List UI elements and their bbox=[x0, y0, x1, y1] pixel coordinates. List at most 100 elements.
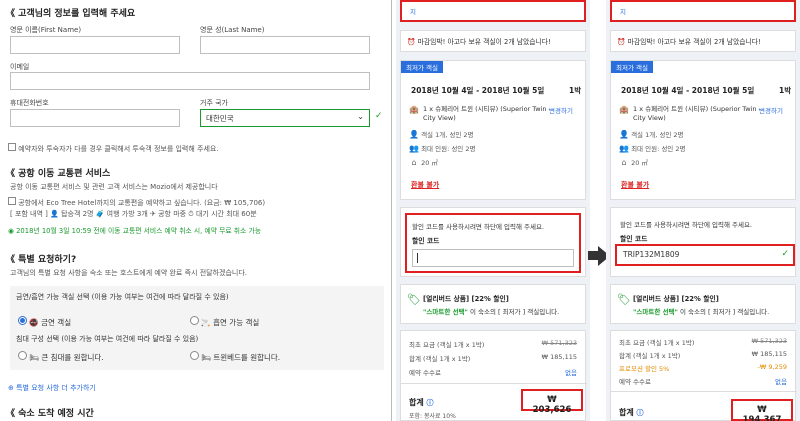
promo-disc-value: -₩ 9,259 bbox=[757, 363, 787, 371]
top-stub-text: 지 bbox=[410, 8, 416, 16]
plus-circle-icon: ⊕ bbox=[8, 384, 14, 392]
bed-twin-option[interactable]: 🛏 트윈베드를 원합니다. bbox=[190, 351, 280, 363]
non-refundable-right: 환불 불가 bbox=[621, 181, 650, 189]
smoking-icon: 🚬 bbox=[201, 318, 211, 327]
deal-desc-right: "스마트한 선택" 이 숙소의 [ 최저가 ] 객실입니다. bbox=[633, 308, 770, 316]
orig-label-right: 최초 요금 (객실 1개 x 1박) bbox=[619, 339, 695, 347]
person-icon: 👤 bbox=[619, 130, 629, 139]
room-name: 🏨 1 x 슈페리어 트윈 (시티뷰) (Superior Twin - Cit… bbox=[409, 105, 551, 123]
hotel-icon: 🏨 bbox=[619, 105, 629, 114]
bed-twin-radio[interactable] bbox=[190, 351, 199, 360]
airport-checkbox[interactable] bbox=[8, 197, 16, 205]
add-more-requests-link[interactable]: ⊕ 특별 요청 사항 더 추가하기 bbox=[8, 383, 96, 393]
promo-card-right: 할인 코드를 사용하시려면 하단에 입력해 주세요. 할인 코드 TRIP132… bbox=[610, 207, 796, 277]
orig-price-right: ₩ 571,323 bbox=[751, 337, 787, 345]
lowest-badge-right: 최저가 객실 bbox=[611, 61, 653, 73]
price-card: 최초 요금 (객실 1개 x 1박) ₩ 571,323 합계 (객실 1개 x… bbox=[400, 330, 587, 421]
add-more-text: 특별 요청 사항 더 추가하기 bbox=[16, 384, 96, 392]
country-value-text: 대한민국 bbox=[206, 114, 234, 123]
smoking-option[interactable]: 🚬 흡연 가능 객실 bbox=[190, 316, 259, 328]
fee-label-right: 예약 수수료 bbox=[619, 378, 651, 386]
room-size-right: ⌂ 20 ㎡ bbox=[619, 157, 647, 167]
nonsmoking-text: 금연 객실 bbox=[41, 318, 72, 327]
stay-nights: 1박 bbox=[569, 86, 582, 95]
country-select[interactable]: 대한민국 ⌄ bbox=[200, 109, 370, 127]
bed-large-option[interactable]: 🛏 큰 침대를 원합니다. bbox=[18, 351, 104, 363]
email-input[interactable] bbox=[10, 72, 370, 90]
bed-icon: 🛏 bbox=[29, 353, 39, 362]
room-name-right: 🏨 1 x 슈페리어 트윈 (시티뷰) (Superior Twin - Cit… bbox=[619, 105, 761, 123]
stay-dates-right: 2018년 10월 4일 - 2018년 10월 5일 bbox=[621, 86, 755, 95]
max-guests: 👥 최대 인원: 성인 2명 bbox=[409, 144, 476, 153]
divider bbox=[401, 383, 587, 384]
room-name-text: 1 x 슈페리어 트윈 (시티뷰) (Superior Twin - City … bbox=[423, 105, 551, 122]
airport-option-text: 공항에서 Eco Tree Hotel까지의 교통편을 예약하고 싶습니다. (… bbox=[18, 199, 266, 207]
bed-twin-text: 트윈베드를 원합니다. bbox=[213, 353, 281, 362]
fee-value: 없음 bbox=[565, 369, 577, 377]
change-room-link[interactable]: 변경하기 bbox=[549, 105, 573, 115]
change-room-link-right[interactable]: 변경하기 bbox=[759, 105, 783, 115]
smoking-radio[interactable] bbox=[190, 316, 199, 325]
promo-code-value: TRIP132M1809 bbox=[623, 250, 680, 259]
booking-form: 《 고객님의 정보를 입력해 주세요 영문 이름(First Name) 영문 … bbox=[0, 0, 392, 421]
person-icon: 👤 bbox=[409, 130, 419, 139]
booker-note[interactable]: 예약자와 투숙자가 다를 경우 클릭해서 투숙객 정보를 입력해 주세요. bbox=[8, 143, 219, 154]
phone-label: 휴대전화번호 bbox=[10, 99, 49, 107]
promo-input[interactable] bbox=[412, 249, 574, 267]
tag-icon: 🏷 bbox=[407, 293, 421, 306]
valid-check-icon: ✓ bbox=[375, 111, 383, 121]
promo-prompt-right: 할인 코드를 사용하시려면 하단에 입력해 주세요. bbox=[620, 221, 752, 229]
deal-card-right: 🏷 [얼리버드 상품] [22% 할인] "스마트한 선택" 이 숙소의 [ 최… bbox=[610, 284, 796, 324]
deal-title-right: [얼리버드 상품] [22% 할인] bbox=[633, 295, 719, 303]
booker-note-text: 예약자와 투숙자가 다를 경우 클릭해서 투숙객 정보를 입력해 주세요. bbox=[18, 145, 219, 153]
promo-input-filled[interactable]: TRIP132M1809 ✓ bbox=[615, 244, 795, 266]
nonsmoking-option[interactable]: 🚭 금연 객실 bbox=[18, 316, 71, 328]
non-refundable: 환불 불가 bbox=[411, 181, 440, 189]
no-smoking-icon: 🚭 bbox=[29, 318, 39, 327]
last-name-input[interactable] bbox=[200, 36, 370, 54]
deal-title: [얼리버드 상품] [22% 할인] bbox=[423, 295, 509, 303]
phone-input[interactable] bbox=[10, 109, 180, 127]
price-card-right: 최초 요금 (객실 1개 x 1박) ₩ 571,323 합계 (객실 1개 x… bbox=[610, 330, 797, 421]
fee-label: 예약 수수료 bbox=[409, 369, 441, 377]
special-title: 《 특별 요청하기? bbox=[6, 255, 77, 265]
bed-large-radio[interactable] bbox=[18, 351, 27, 360]
hotel-icon: 🏨 bbox=[409, 105, 419, 114]
arrival-title: 《 숙소 도착 예정 시간 bbox=[6, 409, 94, 419]
booking-summary-after: 지 ⏰ 마감임박! 아고다 보유 객실이 2개 남았습니다! 최저가 객실 20… bbox=[606, 0, 800, 421]
total-price-after: ₩ 194,367 bbox=[731, 399, 793, 421]
special-request-box: 금연/흡연 가능 객실 선택 (이용 가능 여부는 여건에 따라 달라질 수 있… bbox=[10, 286, 384, 370]
total-label-right: 합계 ⓘ bbox=[619, 408, 644, 417]
promo-card: 할인 코드를 사용하시려면 하단에 입력해 주세요. 할인 코드 bbox=[400, 207, 586, 277]
top-stub-text-right: 지 bbox=[620, 8, 626, 16]
bed-large-text: 큰 침대를 원합니다. bbox=[41, 353, 104, 362]
sum-price-right: ₩ 185,115 bbox=[751, 350, 787, 358]
airport-details: [ 포함 내역 ] 👤 탑승객 2명 🧳 여행 가방 3개 ✈ 공항 마중 ⏱ … bbox=[10, 210, 257, 218]
room-guests: 👤 객실 1개, 성인 2명 bbox=[409, 130, 474, 139]
tag-icon: 🏷 bbox=[617, 293, 631, 306]
check-circle-icon: ◉ bbox=[8, 227, 14, 235]
first-name-label: 영문 이름(First Name) bbox=[10, 26, 82, 34]
twin-bed-icon: 🛏 bbox=[201, 353, 211, 362]
orig-price: ₩ 571,323 bbox=[541, 339, 577, 347]
people-icon: 👥 bbox=[619, 144, 629, 153]
sum-label: 합계 (객실 1개 x 1박) bbox=[409, 355, 471, 363]
promo-label-right: 할인 코드 bbox=[620, 235, 648, 243]
guest-info-title: 《 고객님의 정보를 입력해 주세요 bbox=[6, 9, 136, 19]
room-card: 최저가 객실 2018년 10월 4일 - 2018년 10월 5일 1박 🏨 … bbox=[400, 60, 586, 200]
urgent-text-right: 마감임박! 아고다 보유 객실이 2개 남았습니다! bbox=[627, 38, 761, 46]
text-cursor bbox=[417, 253, 418, 263]
deal-card: 🏷 [얼리버드 상품] [22% 할인] "스마트한 선택" 이 숙소의 [ 최… bbox=[400, 284, 586, 324]
nonsmoking-radio[interactable] bbox=[18, 316, 27, 325]
airport-free-cancel: ◉ 2018년 10월 3일 10:59 전에 이동 교통편 서비스 예약 취소… bbox=[8, 225, 261, 235]
smoking-text: 흡연 가능 객실 bbox=[213, 318, 260, 327]
room-guests-right: 👤 객실 1개, 성인 2명 bbox=[619, 130, 684, 139]
promo-highlight: 할인 코드를 사용하시려면 하단에 입력해 주세요. 할인 코드 bbox=[405, 213, 581, 273]
orig-label: 최초 요금 (객실 1개 x 1박) bbox=[409, 341, 485, 349]
first-name-input[interactable] bbox=[10, 36, 180, 54]
urgent-card: ⏰ 마감임박! 아고다 보유 객실이 2개 남았습니다! bbox=[400, 30, 586, 52]
airport-option[interactable]: 공항에서 Eco Tree Hotel까지의 교통편을 예약하고 싶습니다. (… bbox=[8, 197, 265, 208]
promo-prompt: 할인 코드를 사용하시려면 하단에 입력해 주세요. bbox=[412, 223, 544, 231]
bed-label: 침대 구성 선택 (이용 가능 여부는 여건에 따라 달라질 수 있음) bbox=[16, 335, 199, 343]
booker-checkbox[interactable] bbox=[8, 143, 16, 151]
